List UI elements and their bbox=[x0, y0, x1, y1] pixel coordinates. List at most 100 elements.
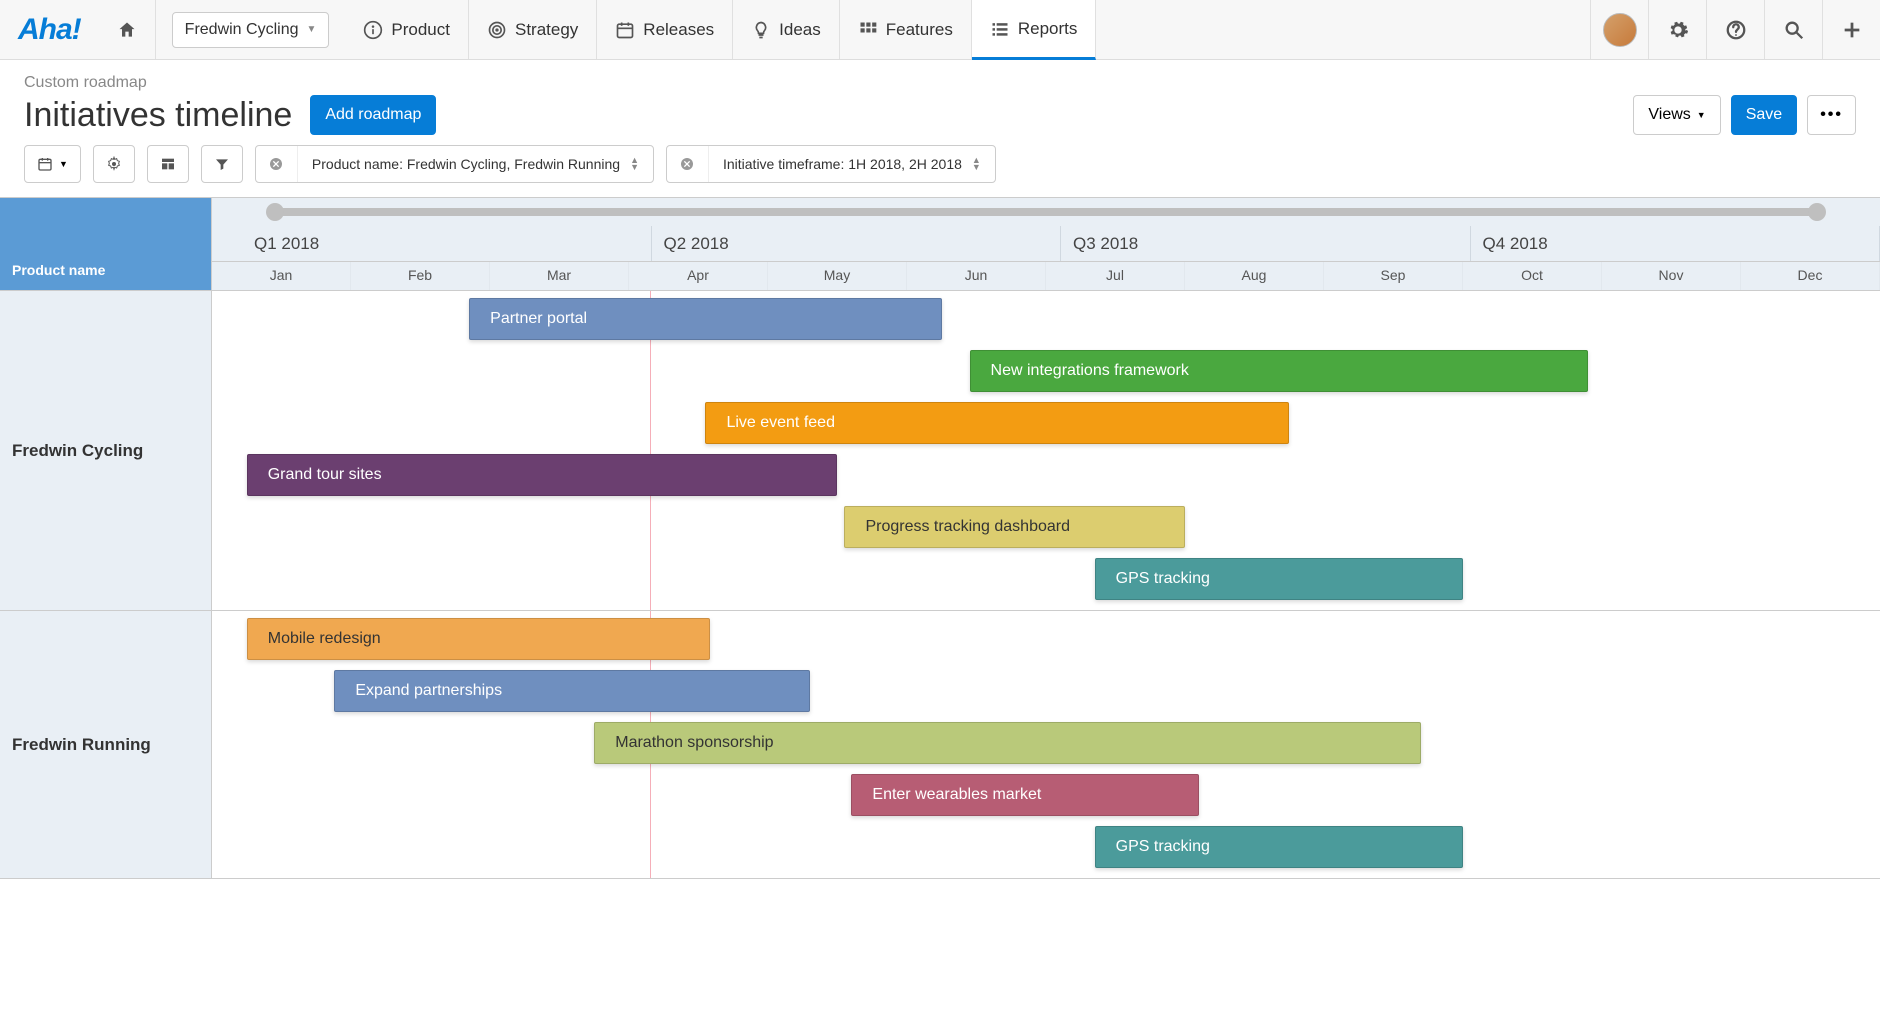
info-icon bbox=[363, 20, 383, 40]
timeline-group: Partner portal New integrations framework… bbox=[212, 291, 1880, 611]
group-label: Fredwin Running bbox=[0, 611, 211, 879]
caret-down-icon: ▼ bbox=[59, 159, 68, 169]
month-header: Jul bbox=[1046, 262, 1185, 290]
gear-icon bbox=[1667, 19, 1689, 41]
month-header: Feb bbox=[351, 262, 490, 290]
timeline: Product name Q1 2018Q2 2018Q3 2018Q4 201… bbox=[0, 197, 1880, 879]
settings-button[interactable] bbox=[1648, 0, 1706, 59]
breadcrumb: Custom roadmap bbox=[24, 74, 292, 92]
views-dropdown[interactable]: Views ▼ bbox=[1633, 95, 1720, 135]
list-icon bbox=[990, 19, 1010, 39]
month-header: Aug bbox=[1185, 262, 1324, 290]
logo: Aha! bbox=[0, 0, 99, 59]
nav-label: Ideas bbox=[779, 20, 821, 40]
zoom-handle-right[interactable] bbox=[1808, 203, 1826, 221]
nav-label: Reports bbox=[1018, 19, 1078, 39]
more-button[interactable]: ••• bbox=[1807, 95, 1856, 135]
toolbar: ▼ Product name: Fredwin Cycling, Fredwin… bbox=[0, 145, 1880, 197]
month-header: Jun bbox=[907, 262, 1046, 290]
quarter-header: Q1 2018 bbox=[212, 226, 652, 261]
remove-filter-button[interactable] bbox=[256, 146, 298, 182]
workspace-label: Fredwin Cycling bbox=[185, 21, 299, 39]
help-button[interactable] bbox=[1706, 0, 1764, 59]
sort-icon: ▲▼ bbox=[972, 157, 981, 171]
remove-filter-button[interactable] bbox=[667, 146, 709, 182]
caret-down-icon: ▼ bbox=[306, 24, 316, 35]
home-button[interactable] bbox=[99, 0, 156, 59]
filter-timeframe-label: Initiative timeframe: 1H 2018, 2H 2018 bbox=[723, 156, 962, 172]
month-header: May bbox=[768, 262, 907, 290]
x-circle-icon bbox=[268, 156, 284, 172]
filter-product[interactable]: Product name: Fredwin Cycling, Fredwin R… bbox=[255, 145, 654, 183]
nav-strategy[interactable]: Strategy bbox=[469, 0, 597, 59]
sort-icon: ▲▼ bbox=[630, 157, 639, 171]
initiative-bar[interactable]: Marathon sponsorship bbox=[594, 722, 1421, 764]
layout-icon bbox=[160, 156, 176, 172]
caret-down-icon: ▼ bbox=[1697, 110, 1706, 120]
month-header: Mar bbox=[490, 262, 629, 290]
target-icon bbox=[487, 20, 507, 40]
bulb-icon bbox=[751, 20, 771, 40]
workspace-selector[interactable]: Fredwin Cycling ▼ bbox=[156, 0, 346, 59]
page-header: Custom roadmap Initiatives timeline Add … bbox=[0, 60, 1880, 145]
date-range-button[interactable]: ▼ bbox=[24, 145, 81, 183]
page-title: Initiatives timeline bbox=[24, 96, 292, 135]
month-header: Sep bbox=[1324, 262, 1463, 290]
zoom-handle-left[interactable] bbox=[266, 203, 284, 221]
nav-features[interactable]: Features bbox=[840, 0, 972, 59]
save-button[interactable]: Save bbox=[1731, 95, 1797, 135]
nav-reports[interactable]: Reports bbox=[972, 0, 1097, 60]
x-circle-icon bbox=[679, 156, 695, 172]
month-header: Nov bbox=[1602, 262, 1741, 290]
calendar-icon bbox=[37, 156, 53, 172]
timeline-side-header: Product name bbox=[0, 198, 212, 290]
initiative-bar[interactable]: Expand partnerships bbox=[334, 670, 809, 712]
initiative-bar[interactable]: Enter wearables market bbox=[851, 774, 1199, 816]
quarter-header: Q2 2018 bbox=[652, 226, 1062, 261]
month-header: Apr bbox=[629, 262, 768, 290]
gear-icon bbox=[106, 156, 122, 172]
filter-button[interactable] bbox=[201, 145, 243, 183]
nav-label: Releases bbox=[643, 20, 714, 40]
views-label: Views bbox=[1648, 106, 1690, 124]
layout-button[interactable] bbox=[147, 145, 189, 183]
top-nav: Aha! Fredwin Cycling ▼ Product Strategy Re… bbox=[0, 0, 1880, 60]
search-button[interactable] bbox=[1764, 0, 1822, 59]
initiative-bar[interactable]: Progress tracking dashboard bbox=[844, 506, 1185, 548]
nav-label: Strategy bbox=[515, 20, 578, 40]
avatar bbox=[1603, 13, 1637, 47]
initiative-bar[interactable]: Grand tour sites bbox=[247, 454, 838, 496]
timeline-group: Mobile redesign Expand partnerships Marath… bbox=[212, 611, 1880, 879]
group-label: Fredwin Cycling bbox=[0, 291, 211, 611]
initiative-bar[interactable]: Partner portal bbox=[469, 298, 942, 340]
initiative-bar[interactable]: New integrations framework bbox=[970, 350, 1589, 392]
month-header: Oct bbox=[1463, 262, 1602, 290]
month-header: Jan bbox=[212, 262, 351, 290]
month-header: Dec bbox=[1741, 262, 1880, 290]
plus-icon bbox=[1841, 19, 1863, 41]
nav-label: Features bbox=[886, 20, 953, 40]
configure-button[interactable] bbox=[93, 145, 135, 183]
add-roadmap-button[interactable]: Add roadmap bbox=[310, 95, 436, 135]
grid-icon bbox=[858, 20, 878, 40]
nav-label: Product bbox=[391, 20, 450, 40]
quarter-header: Q3 2018 bbox=[1061, 226, 1471, 261]
home-icon bbox=[117, 20, 137, 40]
calendar-icon bbox=[615, 20, 635, 40]
search-icon bbox=[1783, 19, 1805, 41]
nav-ideas[interactable]: Ideas bbox=[733, 0, 840, 59]
filter-product-label: Product name: Fredwin Cycling, Fredwin R… bbox=[312, 156, 620, 172]
initiative-bar[interactable]: GPS tracking bbox=[1095, 558, 1463, 600]
initiative-bar[interactable]: Mobile redesign bbox=[247, 618, 710, 660]
initiative-bar[interactable]: Live event feed bbox=[705, 402, 1289, 444]
nav-product[interactable]: Product bbox=[345, 0, 469, 59]
add-button[interactable] bbox=[1822, 0, 1880, 59]
avatar-button[interactable] bbox=[1590, 0, 1648, 59]
initiative-bar[interactable]: GPS tracking bbox=[1095, 826, 1463, 868]
nav-releases[interactable]: Releases bbox=[597, 0, 733, 59]
zoom-slider[interactable] bbox=[212, 198, 1880, 226]
help-icon bbox=[1725, 19, 1747, 41]
filter-icon bbox=[214, 156, 230, 172]
filter-timeframe[interactable]: Initiative timeframe: 1H 2018, 2H 2018 ▲… bbox=[666, 145, 996, 183]
ellipsis-icon: ••• bbox=[1820, 106, 1843, 124]
